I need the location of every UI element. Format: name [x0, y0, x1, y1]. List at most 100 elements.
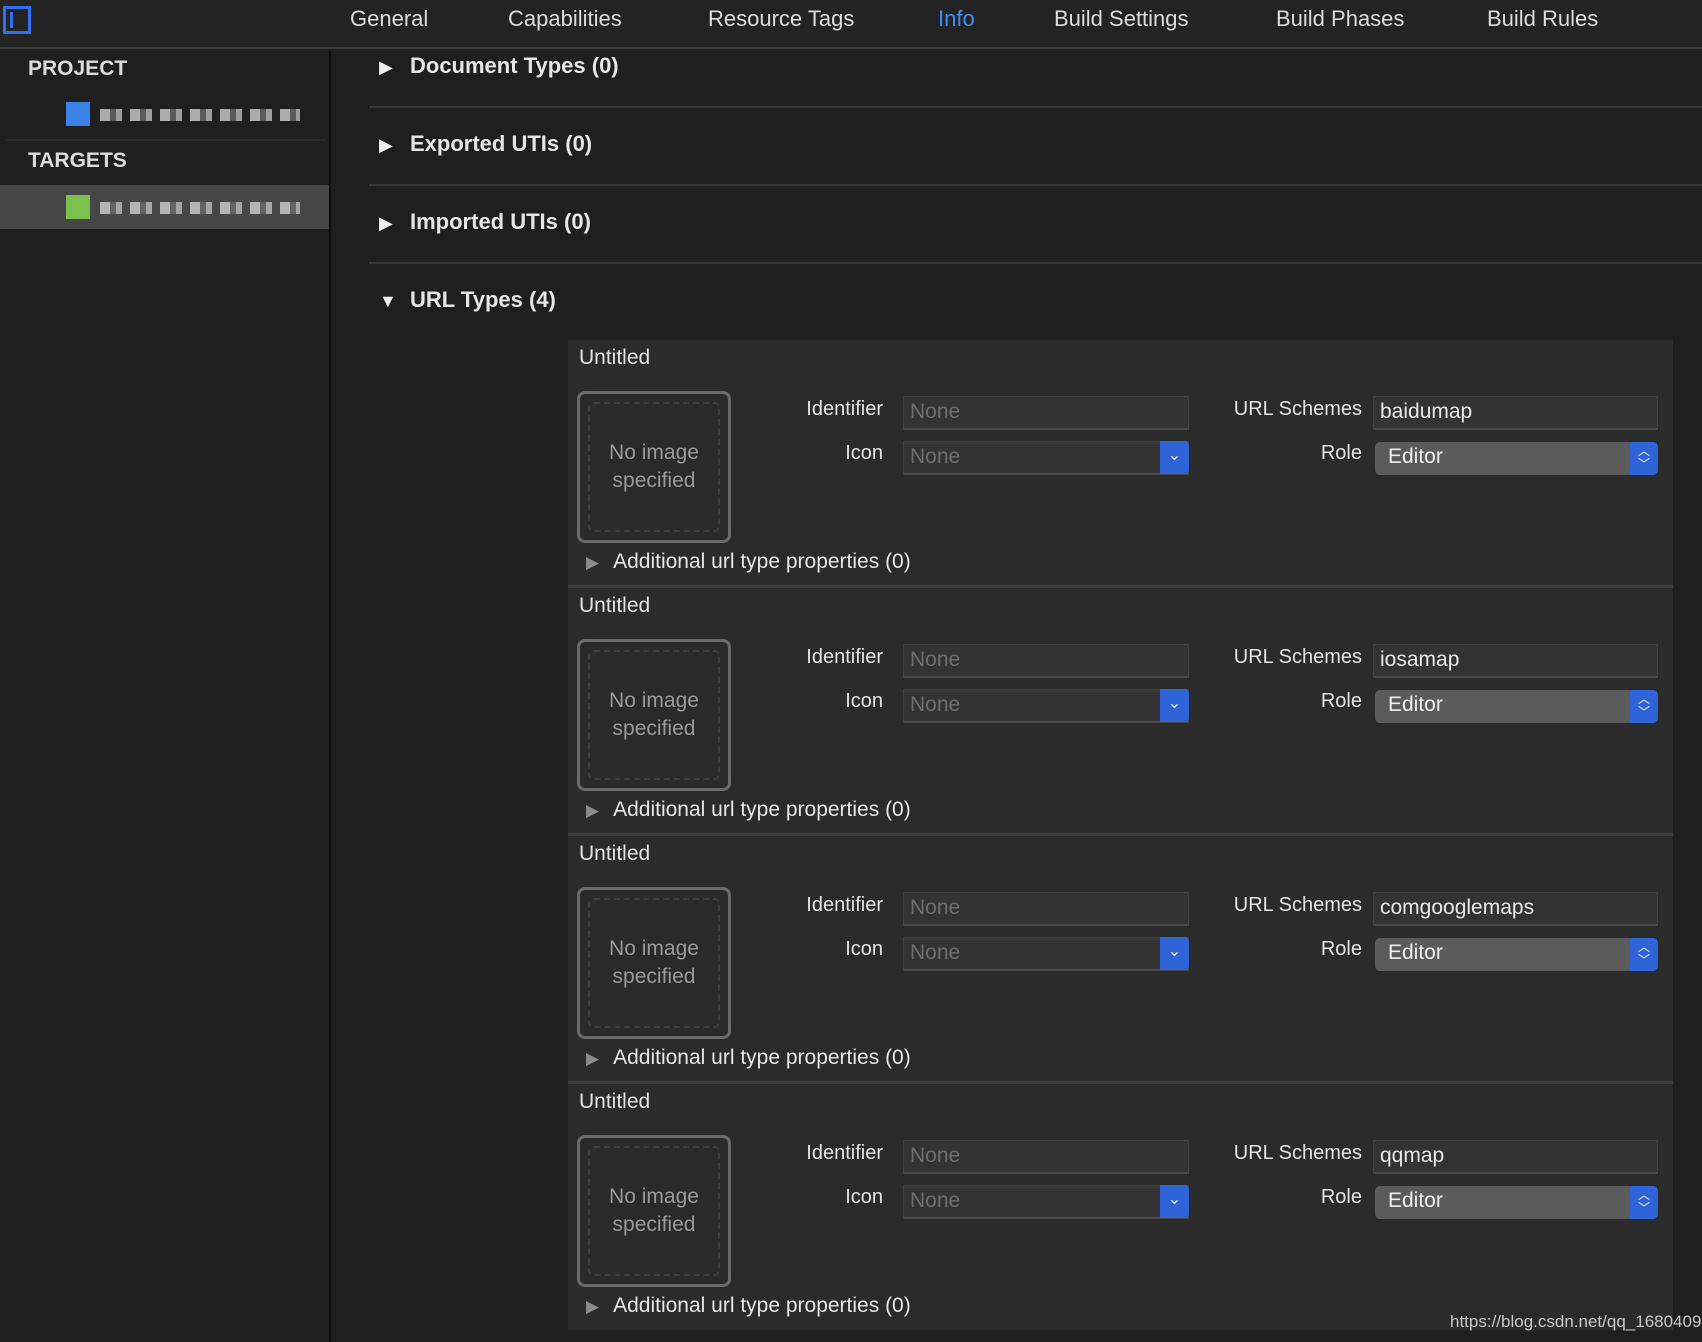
role-popup[interactable]: Editor ︿ ﹀ [1375, 938, 1658, 971]
url-schemes-label: URL Schemes [1233, 646, 1362, 668]
chevron-down-icon[interactable]: ⌄ [1160, 689, 1189, 722]
disclosure-down-icon[interactable]: ▼ [379, 291, 397, 312]
divider [369, 106, 1702, 108]
section-title: URL Types (4) [410, 287, 556, 312]
icon-combo-box[interactable]: None ⌄ [903, 441, 1189, 475]
image-well[interactable]: No image specified [577, 639, 731, 791]
up-down-chevron-icon[interactable]: ︿ ﹀ [1630, 690, 1658, 723]
additional-properties-label: Additional url type properties (0) [613, 550, 911, 573]
section-title: Exported UTIs (0) [410, 131, 593, 156]
icon-value: None [910, 693, 961, 716]
identifier-input[interactable]: None [903, 396, 1189, 430]
url-type-title: Untitled [579, 594, 651, 617]
additional-properties-disclosure[interactable]: ▶ Additional url type properties (0) [586, 550, 911, 574]
disclosure-right-icon[interactable]: ▶ [586, 553, 599, 572]
url-type-entry: Untitled No image specified Identifier N… [568, 588, 1673, 836]
section-title: Document Types (0) [410, 53, 619, 78]
targets-header: TARGETS [28, 149, 127, 172]
url-types-list: Untitled No image specified Identifier N… [568, 340, 1673, 1330]
role-value: Editor [1388, 941, 1443, 964]
tab-general[interactable]: General [350, 6, 428, 32]
no-image-text: No image specified [588, 650, 720, 780]
app-target-icon [66, 195, 90, 219]
icon-combo-box[interactable]: None ⌄ [903, 937, 1189, 971]
additional-properties-label: Additional url type properties (0) [613, 1046, 911, 1069]
url-schemes-label: URL Schemes [1233, 398, 1362, 420]
disclosure-right-icon[interactable]: ▶ [586, 801, 599, 820]
disclosure-right-icon[interactable]: ▶ [379, 213, 393, 234]
role-popup[interactable]: Editor ︿ ﹀ [1375, 690, 1658, 723]
url-type-title: Untitled [579, 1090, 651, 1113]
up-down-chevron-icon[interactable]: ︿ ﹀ [1630, 938, 1658, 971]
project-item[interactable] [0, 92, 329, 136]
up-down-chevron-icon[interactable]: ︿ ﹀ [1630, 442, 1658, 475]
section-imported-utis[interactable]: ▶ Imported UTIs (0) [369, 207, 1702, 285]
identifier-label: Identifier [806, 894, 883, 916]
role-label: Role [1320, 442, 1362, 464]
info-editor: ▶ Document Types (0) ▶ Exported UTIs (0)… [333, 51, 1702, 1342]
icon-combo-box[interactable]: None ⌄ [903, 1185, 1189, 1219]
image-well[interactable]: No image specified [577, 887, 731, 1039]
disclosure-right-icon[interactable]: ▶ [586, 1049, 599, 1068]
role-popup[interactable]: Editor ︿ ﹀ [1375, 1186, 1658, 1219]
url-schemes-input[interactable]: iosamap [1373, 644, 1658, 678]
url-schemes-input[interactable]: qqmap [1373, 1140, 1658, 1174]
role-label: Role [1320, 938, 1362, 960]
url-type-entry: Untitled No image specified Identifier N… [568, 836, 1673, 1084]
icon-label: Icon [845, 690, 883, 712]
url-schemes-label: URL Schemes [1233, 894, 1362, 916]
additional-properties-label: Additional url type properties (0) [613, 798, 911, 821]
target-name-redacted [100, 202, 300, 214]
tab-build-phases[interactable]: Build Phases [1276, 6, 1404, 32]
role-label: Role [1320, 690, 1362, 712]
project-name-redacted [100, 109, 300, 121]
icon-label: Icon [845, 442, 883, 464]
project-header: PROJECT [28, 57, 128, 80]
tab-info[interactable]: Info [938, 6, 975, 32]
no-image-text: No image specified [588, 898, 720, 1028]
tab-resource-tags[interactable]: Resource Tags [708, 6, 854, 32]
no-image-text: No image specified [588, 1146, 720, 1276]
icon-value: None [910, 1189, 961, 1212]
icon-combo-box[interactable]: None ⌄ [903, 689, 1189, 723]
section-document-types[interactable]: ▶ Document Types (0) [369, 51, 1702, 129]
url-schemes-input[interactable]: baidumap [1373, 396, 1658, 430]
url-type-title: Untitled [579, 346, 651, 369]
disclosure-right-icon[interactable]: ▶ [586, 1297, 599, 1316]
identifier-input[interactable]: None [903, 892, 1189, 926]
additional-properties-disclosure[interactable]: ▶ Additional url type properties (0) [586, 1294, 911, 1318]
project-target-sidebar: PROJECT TARGETS [0, 51, 331, 1342]
additional-properties-label: Additional url type properties (0) [613, 1294, 911, 1317]
image-well[interactable]: No image specified [577, 1135, 731, 1287]
tab-capabilities[interactable]: Capabilities [508, 6, 622, 32]
url-schemes-input[interactable]: comgooglemaps [1373, 892, 1658, 926]
chevron-down-icon[interactable]: ⌄ [1160, 1185, 1189, 1218]
disclosure-right-icon[interactable]: ▶ [379, 135, 393, 156]
url-type-entry: Untitled No image specified Identifier N… [568, 1084, 1673, 1332]
identifier-input[interactable]: None [903, 1140, 1189, 1174]
additional-properties-disclosure[interactable]: ▶ Additional url type properties (0) [586, 798, 911, 822]
disclosure-right-icon[interactable]: ▶ [379, 57, 393, 78]
section-exported-utis[interactable]: ▶ Exported UTIs (0) [369, 129, 1702, 207]
additional-properties-disclosure[interactable]: ▶ Additional url type properties (0) [586, 1046, 911, 1070]
chevron-down-icon[interactable]: ⌄ [1160, 937, 1189, 970]
image-well[interactable]: No image specified [577, 391, 731, 543]
icon-value: None [910, 445, 961, 468]
up-down-chevron-icon[interactable]: ︿ ﹀ [1630, 1186, 1658, 1219]
url-schemes-label: URL Schemes [1233, 1142, 1362, 1164]
tab-build-rules[interactable]: Build Rules [1487, 6, 1598, 32]
role-popup[interactable]: Editor ︿ ﹀ [1375, 442, 1658, 475]
tab-build-settings[interactable]: Build Settings [1054, 6, 1189, 32]
role-value: Editor [1388, 445, 1443, 468]
identifier-label: Identifier [806, 646, 883, 668]
url-type-title: Untitled [579, 842, 651, 865]
target-item[interactable] [0, 185, 329, 229]
role-label: Role [1320, 1186, 1362, 1208]
no-image-text: No image specified [588, 402, 720, 532]
identifier-input[interactable]: None [903, 644, 1189, 678]
chevron-down-icon[interactable]: ⌄ [1160, 441, 1189, 474]
divider [369, 262, 1702, 264]
sidebar-toggle-icon[interactable] [3, 6, 31, 34]
watermark: https://blog.csdn.net/qq_16804091 [1450, 1312, 1702, 1331]
url-type-entry: Untitled No image specified Identifier N… [568, 340, 1673, 588]
